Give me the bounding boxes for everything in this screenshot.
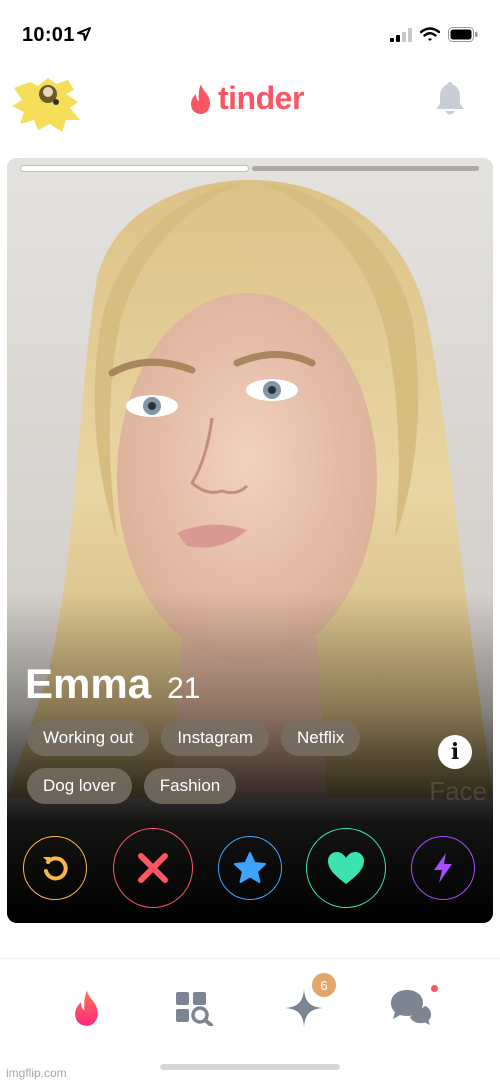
- interest-chip: Fashion: [143, 768, 237, 804]
- profile-name: Emma: [25, 660, 152, 707]
- interest-chip: Dog lover: [27, 768, 132, 804]
- interest-chip: Instagram: [161, 720, 269, 756]
- status-indicators: [390, 27, 478, 42]
- status-time: 10:01: [22, 24, 75, 46]
- location-arrow-icon: [77, 27, 91, 41]
- profile-avatar[interactable]: [8, 72, 84, 136]
- info-button[interactable]: i: [438, 735, 472, 769]
- chat-bubbles-icon: [391, 990, 431, 1025]
- profile-card[interactable]: Emma 21 Working out Instagram Netflix Do…: [7, 158, 493, 923]
- interest-chip: Working out: [27, 720, 150, 756]
- boost-button[interactable]: [411, 836, 475, 900]
- interest-chip: Netflix: [281, 720, 361, 756]
- top-picks-badge: 6: [312, 973, 336, 997]
- app-header: tinder: [0, 60, 500, 140]
- photo-progress-segment-2[interactable]: [252, 166, 479, 171]
- heart-icon: [328, 852, 364, 884]
- close-icon: [138, 853, 168, 883]
- messages-notification-dot: [431, 985, 438, 992]
- nope-button[interactable]: [113, 828, 193, 908]
- tinder-logo: tinder: [188, 80, 304, 117]
- flame-icon: [191, 83, 210, 114]
- wifi-icon: [420, 27, 440, 41]
- interest-chips: Working out Instagram Netflix Dog lover …: [27, 720, 427, 804]
- rewind-button[interactable]: [23, 836, 87, 900]
- cellular-signal-icon: [390, 27, 412, 42]
- photo-progress: [21, 166, 479, 171]
- super-like-button[interactable]: [218, 836, 282, 900]
- home-indicator: [160, 1064, 340, 1070]
- profile-age: 21: [167, 672, 201, 705]
- status-bar: 10:01: [0, 0, 500, 60]
- star-icon: [234, 852, 266, 883]
- battery-icon: [448, 27, 478, 42]
- nav-messages[interactable]: [386, 983, 436, 1033]
- photo-progress-segment-1[interactable]: [21, 166, 248, 171]
- rewind-icon: [43, 856, 68, 881]
- bottom-nav: 6: [0, 958, 500, 1053]
- nav-explore[interactable]: [169, 983, 219, 1033]
- nav-discover[interactable]: [62, 983, 112, 1033]
- flame-icon: [75, 990, 98, 1026]
- action-bar: [7, 826, 493, 908]
- profile-name-row: Emma 21: [25, 660, 200, 708]
- faint-background-text: Face: [429, 776, 487, 806]
- bell-icon[interactable]: [434, 80, 466, 118]
- lightning-icon: [434, 853, 452, 883]
- like-button[interactable]: [306, 828, 386, 908]
- explore-grid-icon: [176, 992, 213, 1026]
- imgflip-watermark: imgflip.com: [6, 1066, 67, 1080]
- logo-text: tinder: [218, 80, 304, 116]
